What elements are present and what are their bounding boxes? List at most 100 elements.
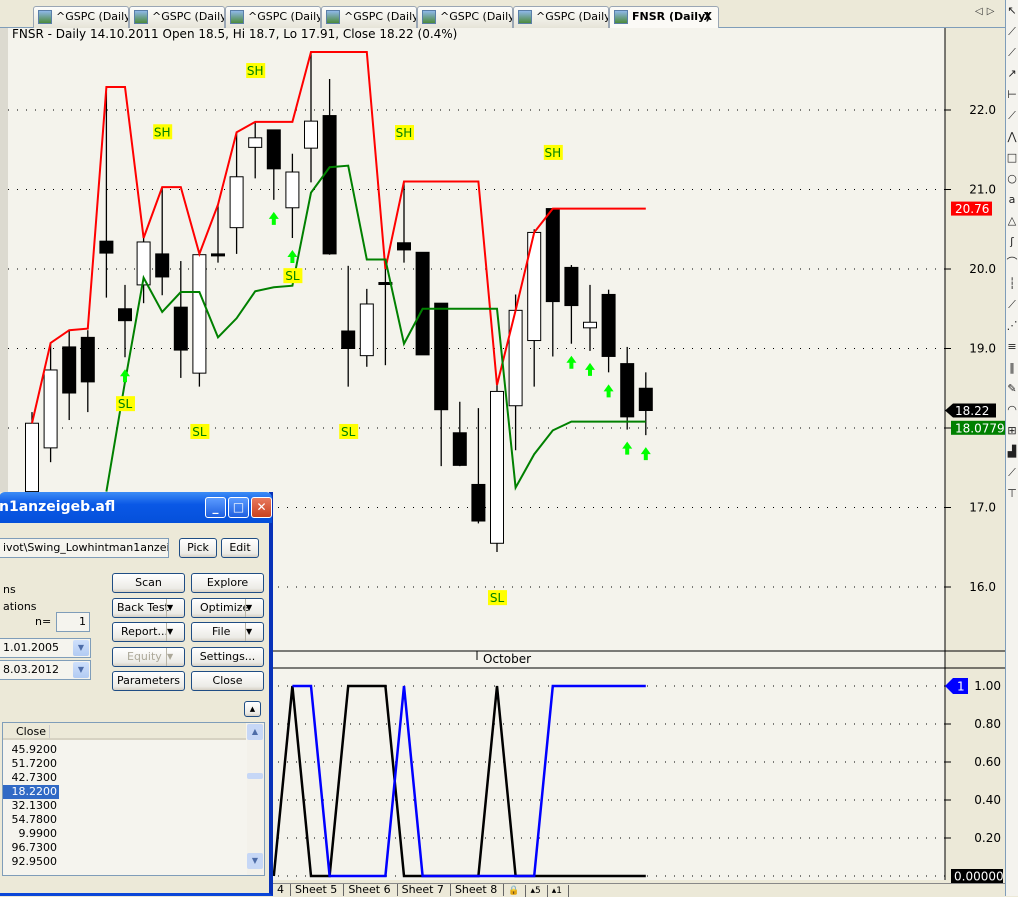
tab-label: ^GSPC (Daily): [536, 10, 609, 23]
candle-body: [415, 251, 430, 356]
candle-body: [118, 308, 132, 322]
candle-body: [266, 129, 281, 170]
scroll-up-icon[interactable]: ▲: [247, 724, 263, 740]
fib-icon[interactable]: ⟋: [1006, 294, 1018, 315]
pick-button[interactable]: Pick: [179, 538, 217, 558]
tab-1[interactable]: ^GSPC (Daily): [129, 6, 225, 28]
line-icon[interactable]: ⟋: [1006, 21, 1018, 42]
chart-icon: [38, 10, 52, 24]
rectangle-icon[interactable]: □: [1006, 147, 1018, 168]
trend-icon[interactable]: ⟋: [1006, 105, 1018, 126]
tab-5[interactable]: ^GSPC (Daily): [513, 6, 609, 28]
minimize-button[interactable]: _: [205, 497, 226, 518]
line2-icon[interactable]: ⟋: [1006, 462, 1018, 483]
chart-icon[interactable]: ▟: [1006, 441, 1018, 462]
sheet-tab[interactable]: Sheet 8: [451, 884, 505, 896]
sheet-scroll-icon[interactable]: ▴5: [526, 885, 548, 897]
zigzag-icon[interactable]: ʃ: [1006, 231, 1018, 252]
list-item[interactable]: 45.9200: [3, 743, 59, 757]
close-button[interactable]: Close: [191, 671, 264, 691]
column-header-close[interactable]: Close: [16, 725, 50, 738]
chevron-down-icon[interactable]: ▼: [73, 640, 89, 656]
dropdown-arrow-icon[interactable]: ▼: [166, 599, 184, 617]
tab-close-icon[interactable]: X: [704, 7, 712, 27]
sheet-tab[interactable]: Sheet 5: [291, 884, 345, 896]
pen-icon[interactable]: ✎: [1006, 378, 1018, 399]
ray-icon[interactable]: ⟋: [1006, 42, 1018, 63]
parameters-button[interactable]: Parameters: [112, 671, 185, 691]
results-list[interactable]: Close 45.9200 51.7200 42.7300 18.2200 32.130…: [2, 722, 265, 876]
apply-to-option[interactable]: ns: [3, 583, 16, 596]
menu-icon[interactable]: ≡: [1006, 336, 1018, 357]
candle-body: [490, 390, 504, 544]
vertical-line-icon[interactable]: ┆: [1006, 273, 1018, 294]
text-icon[interactable]: a: [1006, 189, 1018, 210]
pitchfork-icon[interactable]: ⋀: [1006, 126, 1018, 147]
explore-button[interactable]: Explore: [191, 573, 264, 593]
file-button[interactable]: File ▼: [191, 622, 264, 642]
candle-body: [173, 306, 188, 351]
to-date-picker[interactable]: 8.03.2012 ▼: [0, 660, 91, 680]
lock-icon[interactable]: 🔒: [504, 885, 527, 897]
backtest-button[interactable]: Back Test ▼: [112, 598, 185, 618]
sheet-tab[interactable]: 4: [273, 884, 291, 896]
chevron-down-icon[interactable]: ▼: [73, 662, 89, 678]
candle: [415, 251, 430, 356]
scroll-thumb[interactable]: [247, 773, 263, 779]
list-item[interactable]: 42.7300: [3, 771, 59, 785]
list-item[interactable]: 92.9500: [3, 855, 59, 869]
swing-label: SH: [247, 64, 264, 78]
sheet-tab[interactable]: Sheet 7: [398, 884, 451, 896]
tab-6[interactable]: FNSR (Daily) X: [609, 6, 719, 29]
sheet-tab[interactable]: Sheet 6: [344, 884, 398, 896]
list-scrollbar[interactable]: ▲ ▼: [247, 723, 264, 875]
swing-label: SL: [192, 425, 207, 439]
tab-3[interactable]: ^GSPC (Daily): [321, 6, 417, 28]
dropdown-arrow-icon[interactable]: ▼: [245, 599, 263, 617]
cursor-icon[interactable]: ↖: [1006, 0, 1018, 21]
cycles-icon[interactable]: ◠: [1006, 399, 1018, 420]
extended-line-icon[interactable]: ↗: [1006, 63, 1018, 84]
optimize-button[interactable]: Optimize ▼: [191, 598, 264, 618]
sheet-tabs: 4 Sheet 5 Sheet 6 Sheet 7 Sheet 8 🔒 ▴5 ▴1: [273, 883, 1005, 897]
scan-button[interactable]: Scan: [112, 573, 185, 593]
bars-icon[interactable]: ‖: [1006, 357, 1018, 378]
list-item[interactable]: 51.7200: [3, 757, 59, 771]
dialog-titlebar[interactable]: n1anzeigeb.afl _ □ ✕: [0, 492, 272, 523]
tab-4[interactable]: ^GSPC (Daily): [417, 6, 513, 28]
triangle-icon[interactable]: △: [1006, 210, 1018, 231]
fan-icon[interactable]: ⋰: [1006, 315, 1018, 336]
tab-2[interactable]: ^GSPC (Daily): [225, 6, 321, 28]
list-item[interactable]: 96.7300: [3, 841, 59, 855]
list-item[interactable]: 9.9900: [3, 827, 59, 841]
tab-0[interactable]: ^GSPC (Daily): [33, 6, 129, 28]
grid-icon[interactable]: ⊞: [1006, 420, 1018, 441]
tab-label: ^GSPC (Daily): [152, 10, 225, 23]
tab-scroll-arrows[interactable]: ◁▷: [975, 6, 998, 17]
y-tick-label: 22.0: [969, 103, 996, 117]
range-option[interactable]: ations: [3, 600, 37, 613]
n-input[interactable]: 1: [56, 612, 90, 632]
edit-button[interactable]: Edit: [221, 538, 259, 558]
scroll-down-icon[interactable]: ▼: [247, 853, 263, 869]
arc-icon[interactable]: ⌒: [1006, 252, 1018, 273]
close-window-button[interactable]: ✕: [251, 497, 272, 518]
from-date-picker[interactable]: 1.01.2005 ▼: [0, 638, 91, 658]
collapse-button[interactable]: ▲: [244, 701, 261, 717]
tline-icon[interactable]: ⊤: [1006, 483, 1018, 504]
tab-label: ^GSPC (Daily): [344, 10, 417, 23]
list-item[interactable]: 18.2200: [3, 785, 59, 799]
report-button[interactable]: Report... ▼: [112, 622, 185, 642]
candle-body: [80, 336, 95, 383]
list-item[interactable]: 54.7800: [3, 813, 59, 827]
dropdown-arrow-icon[interactable]: ▼: [245, 623, 263, 641]
automatic-analysis-dialog: n1anzeigeb.afl _ □ ✕ ivot\Swing_Lowhintm…: [0, 492, 273, 896]
ellipse-icon[interactable]: ○: [1006, 168, 1018, 189]
maximize-button[interactable]: □: [228, 497, 249, 518]
settings-button[interactable]: Settings...: [191, 647, 264, 667]
list-item[interactable]: 32.1300: [3, 799, 59, 813]
sheet-scroll-icon[interactable]: ▴1: [548, 885, 569, 897]
dropdown-arrow-icon[interactable]: ▼: [166, 623, 184, 641]
horizontal-line-icon[interactable]: ⊢: [1006, 84, 1018, 105]
formula-path-field[interactable]: ivot\Swing_Lowhintman1anzeigeb: [0, 538, 169, 558]
